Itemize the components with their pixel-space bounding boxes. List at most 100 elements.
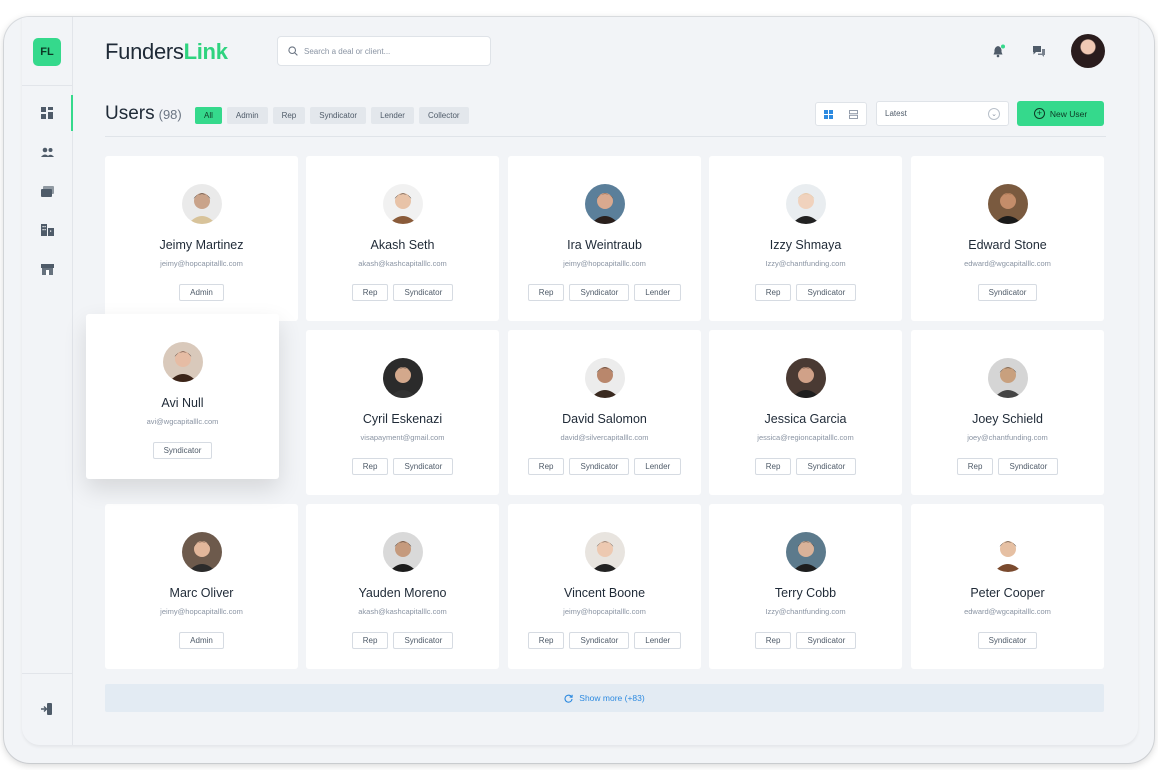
role-tags: Admin [105,632,298,649]
user-name[interactable]: Vincent Boone [508,586,701,600]
role-tag: Rep [351,284,389,301]
role-tag: Rep [527,284,565,301]
role-tag: Syndicator [393,284,454,301]
sort-dropdown[interactable]: Latest ⌄ [876,101,1009,126]
avatar [786,532,826,572]
user-name[interactable]: Ira Weintraub [508,238,701,252]
user-name[interactable]: Avi Null [86,396,279,410]
role-tags: Admin [105,284,298,301]
sidebar-bottom-divider [22,673,73,674]
role-tags: Rep Syndicator [709,458,902,475]
deals-icon[interactable] [38,182,56,200]
avatar [182,184,222,224]
user-card[interactable]: Jeimy Martinez jeimy@hopcapitalllc.com Adm… [105,156,298,321]
search-placeholder: Search a deal or client... [304,46,391,56]
buildings-icon[interactable] [38,221,56,239]
role-tag: Rep [351,632,389,649]
user-card[interactable]: Izzy Shmaya Izzy@chantfunding.com Rep Syndi… [709,156,902,321]
user-card[interactable]: Vincent Boone jeimy@hopcapitalllc.com Rep S… [508,504,701,669]
user-card[interactable]: Edward Stone edward@wgcapitalllc.com Syndi… [911,156,1104,321]
new-user-button[interactable]: + New User [1017,101,1104,126]
user-card[interactable]: Yauden Moreno akash@kashcapitalllc.com Rep… [306,504,499,669]
user-email: david@silvercapitalllc.com [560,433,649,442]
main-area: FundersLink Search a deal or client... U… [73,17,1138,745]
user-email: akash@kashcapitalllc.com [358,259,447,268]
role-tags: Rep Syndicator [306,458,499,475]
user-name[interactable]: Joey Schield [911,412,1104,426]
user-name[interactable]: Jessica Garcia [709,412,902,426]
user-name[interactable]: Jeimy Martinez [105,238,298,252]
role-tag: Admin [179,632,224,649]
user-card[interactable]: Ira Weintraub jeimy@hopcapitalllc.com Rep S… [508,156,701,321]
role-tag: Rep [527,458,565,475]
app-content: FL FundersLink Search a deal or client..… [22,17,1138,745]
user-name[interactable]: David Salomon [508,412,701,426]
user-card[interactable]: David Salomon david@silvercapitalllc.com R… [508,330,701,495]
user-card[interactable]: Marc Oliver jeimy@hopcapitalllc.com Admin [105,504,298,669]
filter-chip-all[interactable]: All [195,107,222,124]
dashboard-icon[interactable] [38,104,56,122]
role-tag: Lender [634,284,682,301]
user-card[interactable]: Akash Seth akash@kashcapitalllc.com Rep Syn… [306,156,499,321]
user-name[interactable]: Terry Cobb [709,586,902,600]
role-tags: Rep Syndicator Lender [508,632,701,649]
page-title-text: Users [105,103,155,124]
filter-chip-collector[interactable]: Collector [418,107,469,124]
role-tags: Rep Syndicator [709,632,902,649]
view-toggle [815,102,867,126]
role-tag: Rep [351,458,389,475]
user-name[interactable]: Akash Seth [306,238,499,252]
user-email: jeimy@hopcapitalllc.com [160,607,243,616]
users-icon[interactable] [38,143,56,161]
user-email: jeimy@hopcapitalllc.com [160,259,243,268]
role-tags: Rep Syndicator [709,284,902,301]
avatar [585,358,625,398]
user-card[interactable]: Peter Cooper edward@wgcapitalllc.com Syndi… [911,504,1104,669]
role-tag: Rep [956,458,994,475]
user-card[interactable]: Terry Cobb Izzy@chantfunding.com Rep Syndic… [709,504,902,669]
sort-selected-value: Latest [885,109,907,118]
user-card[interactable]: Cyril Eskenazi visapayment@gmail.com Rep Sy… [306,330,499,495]
user-name[interactable]: Yauden Moreno [306,586,499,600]
list-view-icon[interactable] [841,103,866,125]
notification-bell-icon[interactable] [991,43,1007,59]
user-email: edward@wgcapitalllc.com [964,607,1051,616]
current-user-avatar[interactable] [1071,34,1105,68]
user-email: jessica@regioncapitalllc.com [757,433,854,442]
user-card[interactable]: Jessica Garcia jessica@regioncapitalllc.c… [709,330,902,495]
search-input[interactable]: Search a deal or client... [277,36,491,66]
role-tags: Rep Syndicator [306,632,499,649]
show-more-label: Show more (+83) [579,693,645,703]
user-name[interactable]: Marc Oliver [105,586,298,600]
role-tag: Syndicator [569,632,630,649]
user-name[interactable]: Izzy Shmaya [709,238,902,252]
logo-badge[interactable]: FL [33,38,61,66]
user-name[interactable]: Peter Cooper [911,586,1104,600]
grid-view-icon[interactable] [816,103,841,125]
filter-chip-admin[interactable]: Admin [226,107,268,124]
brand-logo[interactable]: FundersLink [105,39,228,65]
logout-icon[interactable] [38,700,56,718]
avatar [585,532,625,572]
show-more-button[interactable]: Show more (+83) [105,684,1104,712]
user-card[interactable]: Joey Schield joey@chantfunding.com Rep Synd… [911,330,1104,495]
chat-icon[interactable] [1031,43,1047,59]
filter-chip-syndicator[interactable]: Syndicator [310,107,367,124]
user-name[interactable]: Cyril Eskenazi [306,412,499,426]
user-email: Izzy@chantfunding.com [765,607,846,616]
role-tag: Syndicator [152,442,213,459]
filter-chip-lender[interactable]: Lender [371,107,414,124]
avatar [988,532,1028,572]
role-tag: Syndicator [998,458,1059,475]
store-icon[interactable] [38,260,56,278]
avatar [786,184,826,224]
chevron-down-icon: ⌄ [988,107,1000,120]
user-email: Izzy@chantfunding.com [765,259,846,268]
user-name[interactable]: Edward Stone [911,238,1104,252]
role-tag: Syndicator [393,632,454,649]
avatar [585,184,625,224]
filter-chip-rep[interactable]: Rep [272,107,306,124]
search-icon [288,46,298,56]
avatar [988,358,1028,398]
user-card[interactable]: Avi Null avi@wgcapitalllc.com Syndicator [86,314,279,479]
